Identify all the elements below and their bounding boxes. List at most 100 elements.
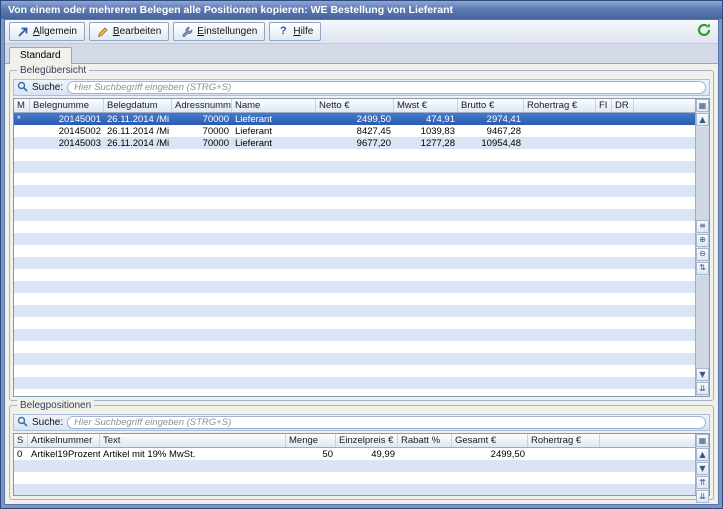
table-cell — [232, 293, 316, 305]
table-cell — [104, 353, 172, 365]
table-row[interactable] — [14, 460, 695, 472]
scroll-down-button[interactable]: ▼ — [696, 462, 709, 475]
table-cell — [30, 329, 104, 341]
column-options-button[interactable]: ▦ — [696, 434, 709, 447]
scrollbar-track[interactable] — [696, 276, 709, 369]
column-header[interactable]: Gesamt € — [452, 434, 528, 447]
table-cell — [232, 353, 316, 365]
table-row[interactable] — [14, 305, 695, 317]
table-row[interactable] — [14, 281, 695, 293]
table-cell — [634, 317, 695, 329]
bearbeiten-button[interactable]: Bearbeiten — [89, 22, 169, 41]
table-row[interactable] — [14, 185, 695, 197]
column-header[interactable]: Mwst € — [394, 99, 458, 112]
table-row[interactable] — [14, 209, 695, 221]
table-row[interactable] — [14, 484, 695, 495]
fast-down-button[interactable]: ⇊ — [696, 382, 709, 395]
column-header[interactable]: Belegdatum — [104, 99, 172, 112]
table-cell — [232, 245, 316, 257]
column-header[interactable]: Einzelpreis € — [336, 434, 398, 447]
column-header[interactable]: Adressnumm — [172, 99, 232, 112]
table-row[interactable] — [14, 472, 695, 484]
table-row[interactable] — [14, 161, 695, 173]
column-header[interactable]: Text — [100, 434, 286, 447]
table-cell — [524, 269, 596, 281]
zoom-in-button[interactable]: ⊕ — [696, 234, 709, 247]
column-header[interactable] — [600, 434, 695, 447]
table-row[interactable] — [14, 353, 695, 365]
table-row[interactable] — [14, 269, 695, 281]
column-header[interactable]: Rabatt % — [398, 434, 452, 447]
apply-copy-button[interactable] — [694, 22, 714, 42]
column-header[interactable]: M — [14, 99, 30, 112]
table-cell — [172, 257, 232, 269]
fast-down-button[interactable]: ⇊ — [696, 490, 709, 503]
fast-up-button[interactable]: ⇈ — [696, 476, 709, 489]
table-row[interactable] — [14, 221, 695, 233]
table-row[interactable] — [14, 197, 695, 209]
table-cell — [232, 197, 316, 209]
scroll-down-button[interactable]: ▼ — [696, 368, 709, 381]
column-header[interactable]: Menge — [286, 434, 336, 447]
column-options-button[interactable]: ▦ — [696, 99, 709, 112]
table-cell — [524, 305, 596, 317]
table-cell — [316, 353, 394, 365]
column-header[interactable]: Rohertrag € — [528, 434, 600, 447]
scroll-up-button[interactable]: ▲ — [696, 448, 709, 461]
positionen-scrollbar: ▦ ▲ ▼ ⇈ ⇊ — [695, 434, 709, 495]
hilfe-button[interactable]: ? Hilfe — [269, 22, 321, 41]
positionen-table[interactable]: SArtikelnummerTextMengeEinzelpreis €Raba… — [14, 434, 695, 495]
table-row[interactable]: 0Artikel19ProzentArtikel mit 19% MwSt.50… — [14, 448, 695, 460]
column-header[interactable]: S — [14, 434, 28, 447]
allgemein-button[interactable]: Allgemein — [9, 22, 85, 41]
tab-standard[interactable]: Standard — [9, 47, 72, 64]
table-row[interactable] — [14, 377, 695, 389]
table-row[interactable]: 2014500326.11.2014 /Mi70000Lieferant9677… — [14, 137, 695, 149]
table-row[interactable] — [14, 233, 695, 245]
column-header[interactable]: FI — [596, 99, 612, 112]
zoom-out-button[interactable]: ⊖ — [696, 248, 709, 261]
table-cell — [596, 149, 612, 161]
row-menu-button[interactable]: ≡ — [696, 220, 709, 233]
column-header[interactable]: Brutto € — [458, 99, 524, 112]
positionen-search-input[interactable] — [67, 416, 706, 429]
beleg-table[interactable]: MBelegnummeBelegdatumAdressnummNameNetto… — [14, 99, 695, 396]
table-row[interactable]: 2014500226.11.2014 /Mi70000Lieferant8427… — [14, 125, 695, 137]
table-row[interactable] — [14, 149, 695, 161]
table-row[interactable] — [14, 257, 695, 269]
table-row[interactable] — [14, 389, 695, 396]
column-header[interactable]: Netto € — [316, 99, 394, 112]
table-cell — [596, 257, 612, 269]
beleg-search-input[interactable] — [67, 81, 706, 94]
einstellungen-button[interactable]: Einstellungen — [173, 22, 265, 41]
column-header[interactable]: DR — [612, 99, 634, 112]
table-row[interactable] — [14, 341, 695, 353]
table-cell — [30, 293, 104, 305]
table-cell — [14, 185, 30, 197]
table-cell — [394, 185, 458, 197]
table-cell — [172, 377, 232, 389]
table-row[interactable] — [14, 317, 695, 329]
table-cell — [452, 460, 528, 472]
table-row[interactable] — [14, 293, 695, 305]
table-row[interactable] — [14, 245, 695, 257]
column-header[interactable] — [634, 99, 695, 112]
sort-button[interactable]: ⇅ — [696, 262, 709, 275]
table-row[interactable] — [14, 329, 695, 341]
toolbar: Allgemein Bearbeiten Einstellungen ? Hil… — [5, 20, 718, 44]
table-cell — [612, 281, 634, 293]
column-header[interactable]: Rohertrag € — [524, 99, 596, 112]
table-row[interactable] — [14, 173, 695, 185]
scroll-down-icon: ▼ — [699, 371, 705, 379]
scroll-up-button[interactable]: ▲ — [696, 113, 709, 126]
scrollbar-track[interactable] — [696, 127, 709, 220]
table-cell — [316, 317, 394, 329]
column-header[interactable]: Name — [232, 99, 316, 112]
column-header[interactable]: Artikelnummer — [28, 434, 100, 447]
table-row[interactable] — [14, 365, 695, 377]
titlebar[interactable]: Von einem oder mehreren Belegen alle Pos… — [1, 1, 722, 19]
table-cell — [596, 197, 612, 209]
table-cell — [394, 173, 458, 185]
column-header[interactable]: Belegnumme — [30, 99, 104, 112]
table-row[interactable]: *2014500126.11.2014 /Mi70000Lieferant249… — [14, 113, 695, 125]
